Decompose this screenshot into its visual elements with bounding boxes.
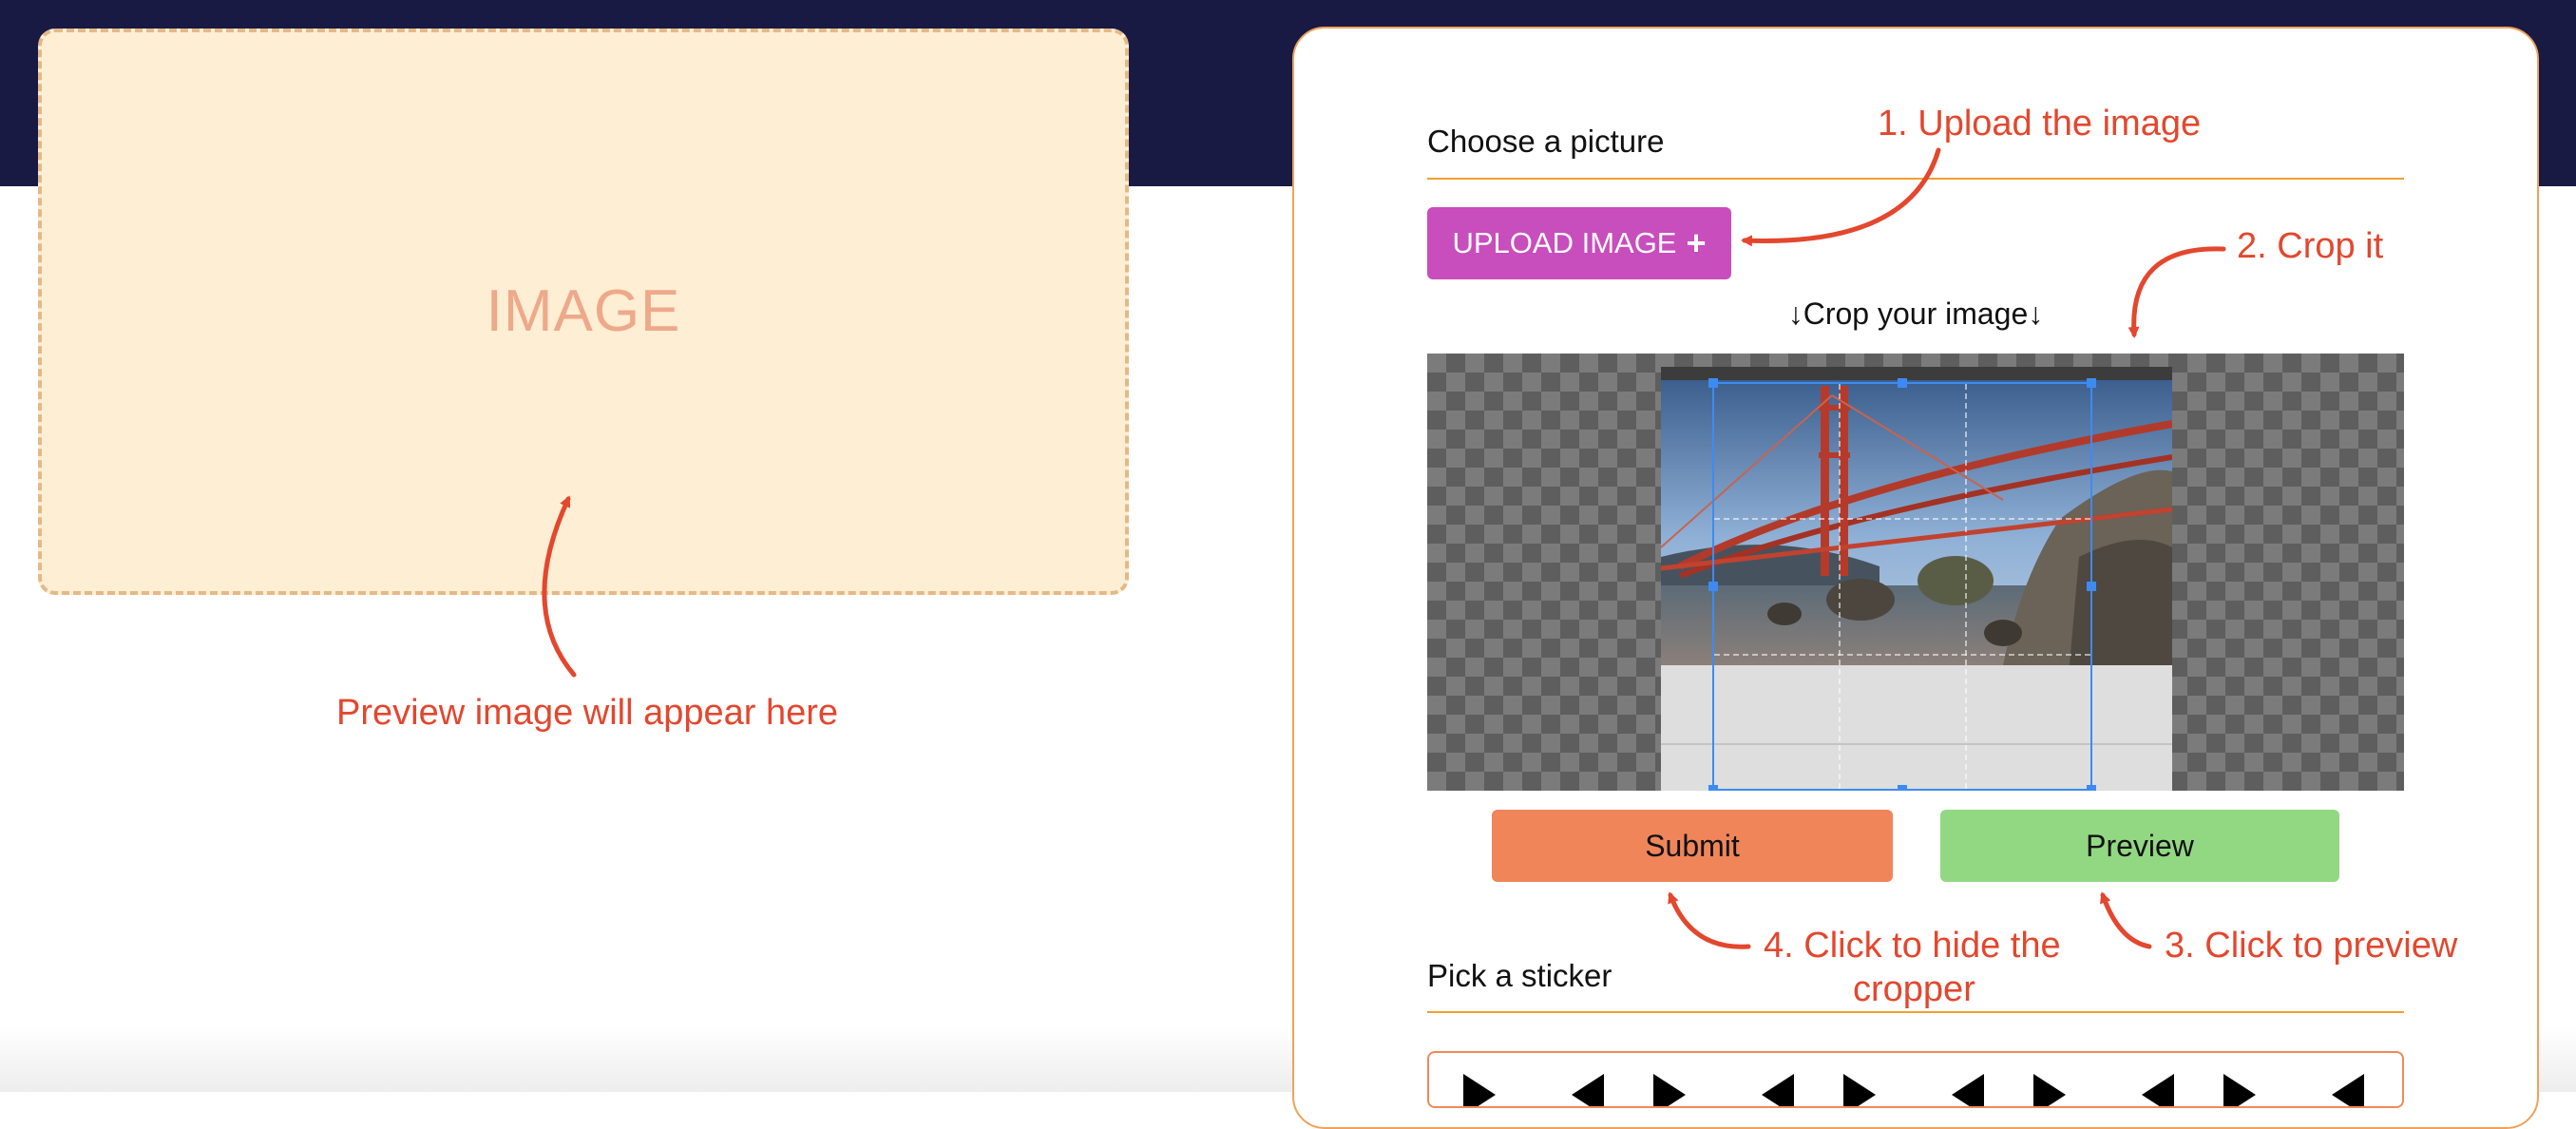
arrow-to-submit-button xyxy=(1668,891,1751,949)
arrow-to-preview-button xyxy=(2100,891,2152,949)
arrow-to-crop-caption xyxy=(2128,246,2226,338)
annotation-arrows xyxy=(542,147,2226,949)
arrow-to-upload-button xyxy=(1741,147,1941,247)
arrow-to-preview xyxy=(542,495,577,678)
